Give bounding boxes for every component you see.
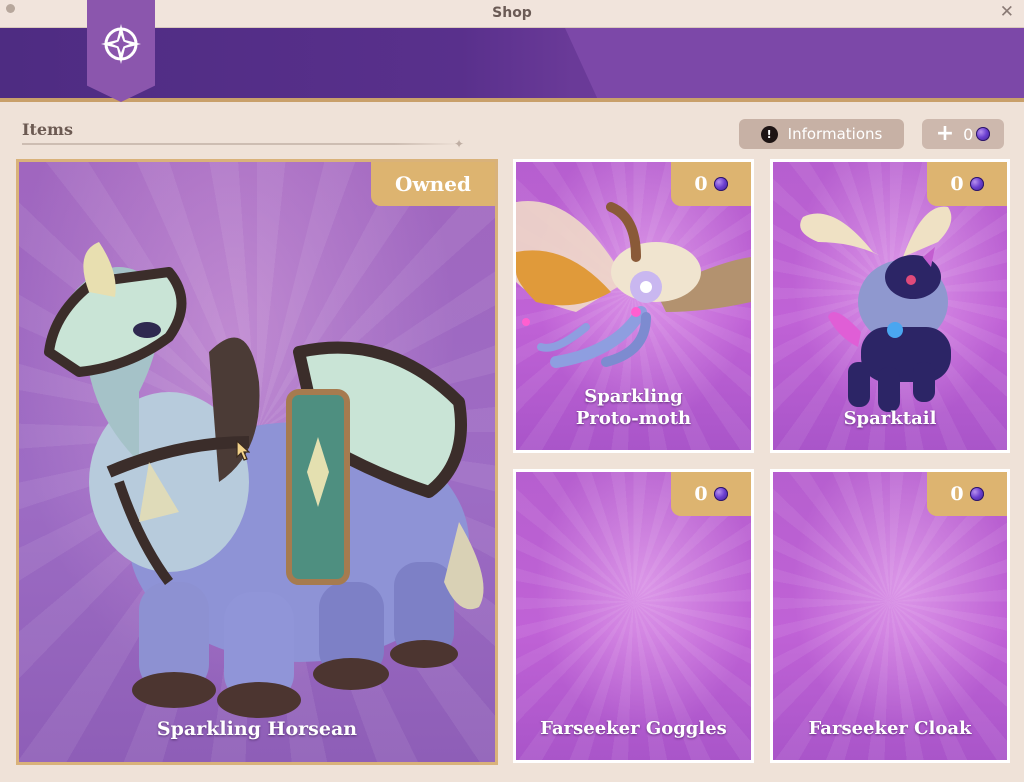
item-name-line-1: Sparkling: [584, 386, 683, 407]
item-price: 0: [694, 173, 708, 195]
item-card-sparkling-horsean[interactable]: Owned Sparkling Horsean: [16, 159, 498, 765]
informations-button[interactable]: ! Informations: [739, 119, 904, 149]
gem-icon: [713, 177, 728, 191]
exclamation-icon: !: [760, 125, 778, 143]
item-name: Farseeker Cloak: [808, 718, 972, 739]
divider-star-icon: ✦: [454, 137, 465, 151]
price-tag: 0: [927, 162, 1007, 206]
item-name: Sparktail: [843, 408, 937, 429]
header-slant-decoration: [565, 28, 1024, 102]
items-section-title: Items: [22, 120, 73, 139]
item-card-farseeker-goggles[interactable]: 0 Farseeker Goggles: [513, 469, 754, 763]
item-name: Farseeker Goggles: [540, 718, 727, 739]
gem-icon: [969, 177, 984, 191]
add-currency-button[interactable]: + 0: [922, 119, 1004, 149]
horsean-creature-art: [44, 242, 484, 718]
item-name-line-2: Proto-moth: [575, 408, 692, 429]
owned-badge: Owned: [371, 162, 495, 206]
price-tag: 0: [671, 162, 751, 206]
close-icon[interactable]: ✕: [1000, 2, 1014, 22]
informations-label: Informations: [787, 125, 883, 143]
item-price: 0: [694, 483, 708, 505]
plus-icon: +: [935, 121, 955, 146]
gem-icon: [969, 487, 984, 501]
item-price: 0: [950, 173, 964, 195]
item-card-farseeker-cloak[interactable]: 0 Farseeker Cloak: [770, 469, 1010, 763]
gem-icon: [976, 127, 991, 141]
compass-star-icon: [101, 24, 141, 64]
price-tag: 0: [671, 472, 751, 516]
items-divider: [22, 143, 460, 145]
item-price: 0: [950, 483, 964, 505]
mouse-cursor-icon: [236, 440, 250, 461]
item-name: Sparkling Proto-moth: [516, 386, 751, 430]
shop-emblem: [87, 0, 155, 102]
currency-balance: 0: [963, 124, 974, 144]
item-card-sparktail[interactable]: 0 Sparktail: [770, 159, 1010, 453]
item-card-sparkling-proto-moth[interactable]: 0 Sparkling Proto-moth: [513, 159, 754, 453]
gem-icon: [713, 487, 728, 501]
header-gold-stripe: [0, 98, 1024, 102]
item-name: Sparkling Horsean: [156, 718, 358, 740]
price-tag: 0: [927, 472, 1007, 516]
